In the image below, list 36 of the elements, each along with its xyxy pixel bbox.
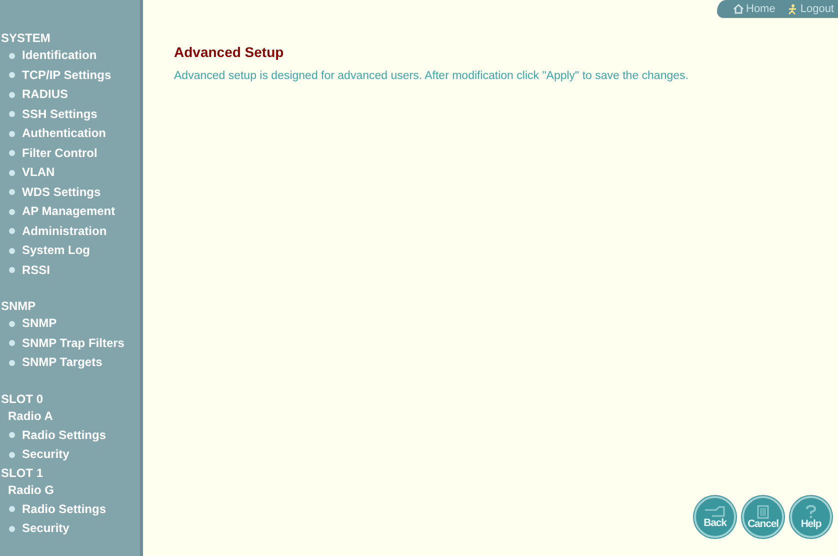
sidebar-link[interactable]: Security — [0, 519, 140, 538]
back-button[interactable]: Back — [694, 496, 736, 538]
section-heading: SLOT 0 — [0, 390, 44, 406]
sidebar-link[interactable]: Security — [0, 445, 140, 464]
sidebar-link[interactable]: Identification — [0, 46, 140, 66]
home-link[interactable]: Home — [733, 2, 776, 16]
section-heading: SNMP — [0, 298, 37, 314]
sidebar-link[interactable]: TCP/IP Settings — [0, 66, 140, 85]
radio-heading: Radio A — [7, 408, 54, 424]
section-heading: SLOT 1 — [0, 464, 44, 480]
house-icon — [733, 4, 744, 14]
sidebar-link[interactable]: AP Management — [0, 202, 140, 222]
section-heading: SYSTEM — [0, 30, 52, 46]
question-mark-icon — [805, 504, 817, 518]
sidebar-link[interactable]: RSSI — [0, 260, 140, 280]
sidebar-link[interactable]: WDS Settings — [0, 182, 140, 202]
sidebar-link[interactable]: Radio Settings — [0, 426, 140, 445]
sidebar-link[interactable]: Filter Control — [0, 144, 140, 163]
sidebar-link[interactable]: Authentication — [0, 124, 140, 144]
running-figure-icon — [787, 4, 798, 14]
logout-link[interactable]: Logout — [787, 2, 834, 16]
sidebar-link[interactable]: VLAN — [0, 163, 140, 182]
page-title: Advanced Setup — [174, 44, 285, 60]
sidebar-link[interactable]: System Log — [0, 241, 140, 260]
sidebar-link[interactable]: Radio Settings — [0, 500, 140, 519]
help-button[interactable]: Help — [790, 496, 832, 538]
sidebar-link[interactable]: SNMP Targets — [0, 353, 140, 372]
sidebar-link[interactable]: RADIUS — [0, 85, 140, 104]
trash-can-icon — [757, 504, 769, 518]
sidebar-link[interactable]: SNMP Trap Filters — [0, 334, 140, 353]
sidebar-link[interactable]: Administration — [0, 222, 140, 241]
description-text: Advanced setup is designed for advanced users. After modification click "Apply" to save the changes. — [174, 70, 690, 82]
sidebar-link[interactable]: SNMP — [0, 314, 140, 334]
sidebar-link[interactable]: SSH Settings — [0, 104, 140, 124]
cancel-button[interactable]: Cancel — [742, 496, 784, 538]
radio-heading: Radio G — [7, 482, 56, 498]
